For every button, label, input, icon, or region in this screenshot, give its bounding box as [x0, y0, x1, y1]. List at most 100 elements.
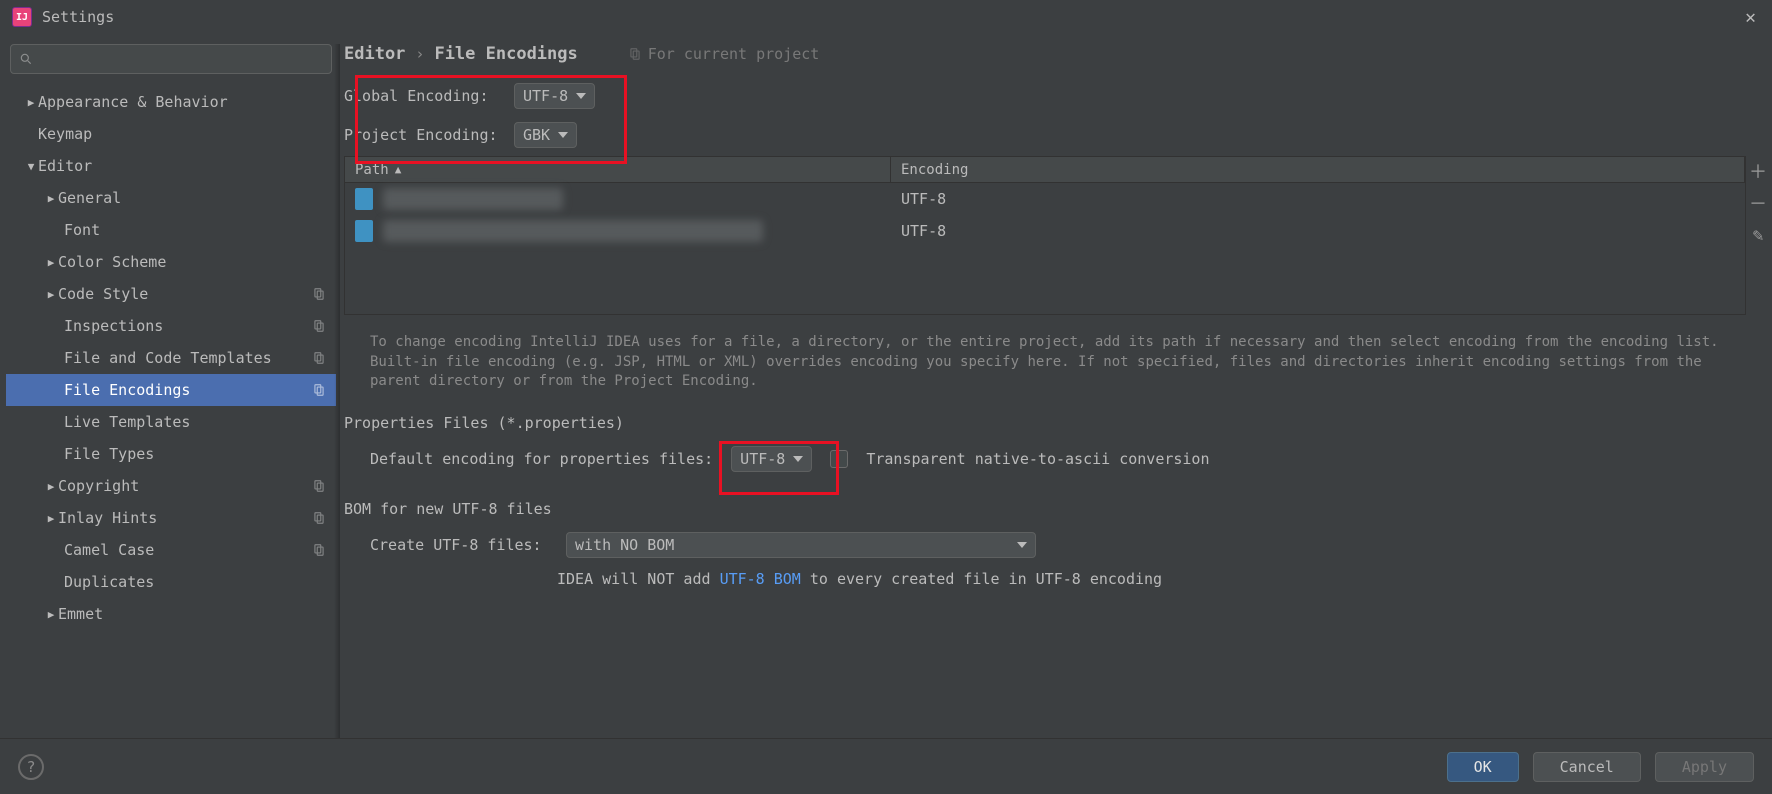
row-encoding: UTF-8	[891, 190, 1745, 208]
sidebar-item-label: Duplicates	[64, 573, 326, 591]
sidebar-item-font[interactable]: Font	[6, 214, 336, 246]
copy-icon	[312, 511, 326, 525]
close-icon[interactable]: ✕	[1741, 7, 1760, 28]
sidebar-item-label: File Encodings	[64, 381, 312, 399]
breadcrumb: Editor › File Encodings For current proj…	[342, 44, 1772, 74]
sidebar-item-color-scheme[interactable]: ▶Color Scheme	[6, 246, 336, 278]
help-button[interactable]: ?	[18, 754, 44, 780]
copy-icon	[312, 479, 326, 493]
sidebar-item-file-templates[interactable]: File and Code Templates	[6, 342, 336, 374]
sidebar-item-code-style[interactable]: ▶Code Style	[6, 278, 336, 310]
sidebar-item-label: Color Scheme	[58, 253, 326, 271]
chevron-down-icon	[576, 93, 586, 99]
remove-button[interactable]: －	[1747, 190, 1769, 216]
copy-icon	[312, 351, 326, 365]
chevron-right-icon: ▶	[44, 512, 58, 525]
create-utf8-combo[interactable]: with NO BOM	[566, 532, 1036, 558]
sidebar-item-file-encodings[interactable]: File Encodings	[6, 374, 336, 406]
properties-section-title: Properties Files (*.properties)	[344, 414, 1772, 432]
sidebar-item-camel-case[interactable]: Camel Case	[6, 534, 336, 566]
scope-label: For current project	[628, 45, 820, 63]
sidebar-item-label: Emmet	[58, 605, 326, 623]
sidebar-item-label: General	[58, 189, 326, 207]
transparent-checkbox[interactable]	[830, 450, 848, 468]
sidebar-item-inlay-hints[interactable]: ▶Inlay Hints	[6, 502, 336, 534]
combo-value: UTF-8	[523, 87, 568, 105]
folder-icon	[355, 188, 373, 210]
chevron-down-icon: ▼	[24, 160, 38, 173]
apply-button[interactable]: Apply	[1655, 752, 1754, 782]
sidebar-item-label: File and Code Templates	[64, 349, 312, 367]
properties-default-combo[interactable]: UTF-8	[731, 446, 812, 472]
sort-asc-icon: ▲	[395, 163, 402, 176]
chevron-right-icon: ▶	[44, 608, 58, 621]
copy-icon	[312, 383, 326, 397]
chevron-right-icon: ▶	[44, 256, 58, 269]
sidebar-item-appearance[interactable]: ▶Appearance & Behavior	[6, 86, 336, 118]
copy-icon	[312, 543, 326, 557]
window-title: Settings	[42, 8, 114, 26]
sidebar-item-label: Appearance & Behavior	[38, 93, 326, 111]
sidebar-item-copyright[interactable]: ▶Copyright	[6, 470, 336, 502]
bom-note: IDEA will NOT add UTF-8 BOM to every cre…	[557, 570, 1772, 588]
transparent-label: Transparent native-to-ascii conversion	[866, 450, 1209, 468]
sidebar-item-label: File Types	[64, 445, 326, 463]
chevron-right-icon: ▶	[44, 480, 58, 493]
chevron-right-icon: ▶	[44, 192, 58, 205]
project-encoding-label: Project Encoding:	[344, 126, 514, 144]
create-utf8-label: Create UTF-8 files:	[370, 536, 548, 554]
cancel-button[interactable]: Cancel	[1533, 752, 1641, 782]
chevron-right-icon: ▶	[44, 288, 58, 301]
copy-icon	[628, 47, 642, 61]
sidebar-item-general[interactable]: ▶General	[6, 182, 336, 214]
search-input[interactable]	[10, 44, 332, 74]
sidebar-item-file-types[interactable]: File Types	[6, 438, 336, 470]
app-icon: IJ	[12, 7, 32, 27]
hint-text: To change encoding IntelliJ IDEA uses fo…	[370, 333, 1744, 392]
global-encoding-label: Global Encoding:	[344, 87, 514, 105]
sidebar-item-editor[interactable]: ▼Editor	[6, 150, 336, 182]
sidebar-item-duplicates[interactable]: Duplicates	[6, 566, 336, 598]
utf8-bom-link[interactable]: UTF-8 BOM	[720, 570, 801, 588]
row-encoding: UTF-8	[891, 222, 1745, 240]
path-text-redacted	[383, 188, 563, 210]
table-row[interactable]: UTF-8	[345, 215, 1745, 247]
project-encoding-combo[interactable]: GBK	[514, 122, 577, 148]
table-row[interactable]: UTF-8	[345, 183, 1745, 215]
chevron-right-icon: ▶	[24, 96, 38, 109]
breadcrumb-root: Editor	[344, 44, 405, 64]
sidebar-item-keymap[interactable]: Keymap	[6, 118, 336, 150]
sidebar-item-inspections[interactable]: Inspections	[6, 310, 336, 342]
bom-section-title: BOM for new UTF-8 files	[344, 500, 1772, 518]
sidebar-item-emmet[interactable]: ▶Emmet	[6, 598, 336, 630]
copy-icon	[312, 287, 326, 301]
path-text-redacted	[383, 220, 763, 242]
ok-button[interactable]: OK	[1447, 752, 1519, 782]
combo-value: GBK	[523, 126, 550, 144]
global-encoding-combo[interactable]: UTF-8	[514, 83, 595, 109]
search-icon	[19, 52, 33, 66]
sidebar-item-label: Live Templates	[64, 413, 326, 431]
column-path-header[interactable]: Path▲	[345, 157, 891, 182]
sidebar-item-label: Inlay Hints	[58, 509, 312, 527]
sidebar-item-label: Code Style	[58, 285, 312, 303]
chevron-down-icon	[558, 132, 568, 138]
combo-value: UTF-8	[740, 450, 785, 468]
chevron-right-icon: ›	[415, 45, 424, 63]
column-encoding-header[interactable]: Encoding	[891, 157, 1745, 182]
sidebar-item-label: Font	[64, 221, 326, 239]
copy-icon	[312, 319, 326, 333]
combo-value: with NO BOM	[575, 536, 674, 554]
chevron-down-icon	[793, 456, 803, 462]
sidebar-item-label: Keymap	[38, 125, 326, 143]
folder-icon	[355, 220, 373, 242]
sidebar-item-label: Copyright	[58, 477, 312, 495]
encoding-table: Path▲ Encoding UTF-8 UTF-8	[344, 156, 1746, 315]
chevron-down-icon	[1017, 542, 1027, 548]
sidebar-item-live-templates[interactable]: Live Templates	[6, 406, 336, 438]
add-button[interactable]: ＋	[1747, 158, 1769, 184]
sidebar-item-label: Camel Case	[64, 541, 312, 559]
breadcrumb-leaf: File Encodings	[434, 44, 577, 64]
sidebar-item-label: Inspections	[64, 317, 312, 335]
edit-button[interactable]: ✎	[1747, 222, 1769, 248]
